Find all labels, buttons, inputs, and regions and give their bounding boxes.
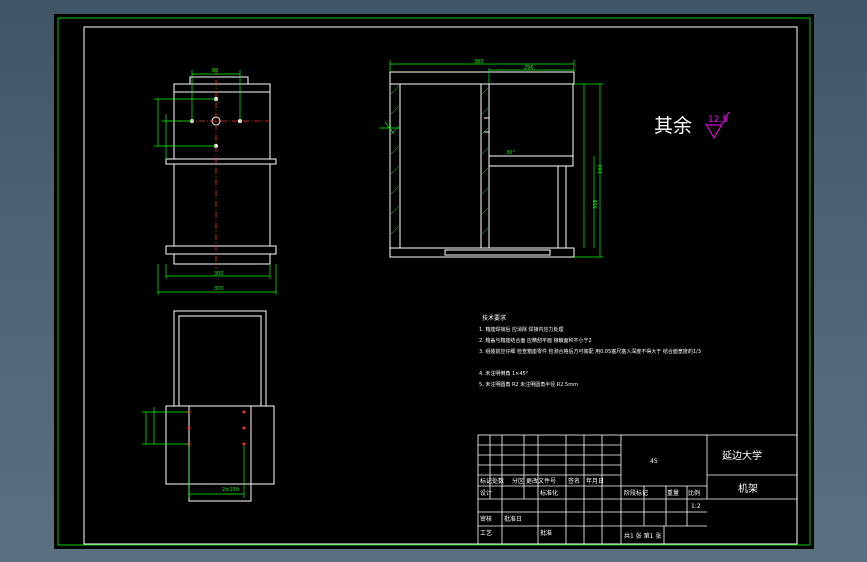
note-line-3: 3. 组装前应仔细 检查箱座零件 检测合格后方可装配 用0.05塞尺塞入深度不得…	[479, 348, 701, 355]
tb-standard-label: 标准化	[540, 489, 558, 497]
front-view	[389, 71, 575, 258]
tb-scale-header: 比例	[688, 489, 700, 497]
note-line-4: 4. 未注明倒角 1×45°	[479, 370, 529, 377]
tb-row-label-3: 分区	[512, 477, 524, 485]
tb-process-label: 工艺	[480, 529, 492, 537]
tb-scale-value: 1:2	[691, 503, 701, 510]
dim-angle: 30°	[506, 150, 515, 156]
tb-row-label-1: 标记	[480, 477, 492, 485]
tb-stage-header: 阶段标记	[624, 489, 648, 497]
tb-row-label-5: 签名	[568, 477, 580, 485]
dim-left-width-b: 300	[214, 286, 224, 292]
tb-row-label-4: 更改文件号	[526, 477, 556, 485]
top-view-dimensions	[154, 70, 277, 295]
dim-front-width: 380	[474, 59, 484, 65]
notes-title: 技术要求	[482, 314, 506, 322]
dim-front-height-b: 180	[598, 164, 604, 174]
dim-front-inner-width: 296	[524, 65, 534, 71]
tb-approve-label: 批准	[540, 529, 552, 537]
inner-frame	[83, 26, 798, 545]
dim-bottom-hole-spacing: 2×150	[222, 487, 239, 493]
front-view-dimensions	[379, 60, 603, 258]
note-line-1: 1. 箱座焊接后 应消除 焊接内应力处理	[479, 326, 564, 333]
dim-front-height-a: 335	[593, 199, 599, 209]
roughness-value: 12.5	[708, 115, 728, 125]
drawing-sheet: 80 300 300 380 296 335 180 30° 2×150 其余 …	[54, 14, 814, 549]
front-view-hatching	[390, 85, 489, 235]
side-view	[165, 310, 275, 502]
dim-left-width-a: 300	[214, 271, 224, 277]
tb-material-code: 45	[650, 458, 658, 465]
tb-university: 延边大学	[722, 449, 762, 462]
tb-row-label-2: 处数	[492, 477, 504, 485]
top-view	[165, 76, 277, 265]
tb-row-label-6: 年月日	[586, 477, 604, 485]
tb-review-label: 审核	[480, 515, 492, 523]
dim-top-left-width: 80	[212, 68, 218, 74]
tb-design-label: 设计	[480, 489, 492, 497]
tb-weight-header: 重量	[667, 489, 679, 497]
roughness-label: 其余	[654, 115, 692, 137]
technical-notes: 技术要求 1. 箱座焊接后 应消除 焊接内应力处理 2. 箱盖与箱座结合面 应精…	[479, 314, 701, 388]
note-line-2: 2. 箱盖与箱座结合面 应精刮平面 接触面积不小于2	[479, 337, 592, 344]
cad-drawing: 80 300 300 380 296 335 180 30° 2×150 其余 …	[57, 17, 811, 546]
tb-approve-date-label: 批准日	[504, 515, 522, 523]
outer-border	[57, 17, 811, 546]
note-line-5: 5. 未注明圆角 R2 未注明圆角半径 R2.5mm	[479, 381, 578, 388]
tb-sheet-info: 共1 张 第1 张	[624, 532, 661, 540]
tb-part-name: 机架	[738, 482, 758, 495]
